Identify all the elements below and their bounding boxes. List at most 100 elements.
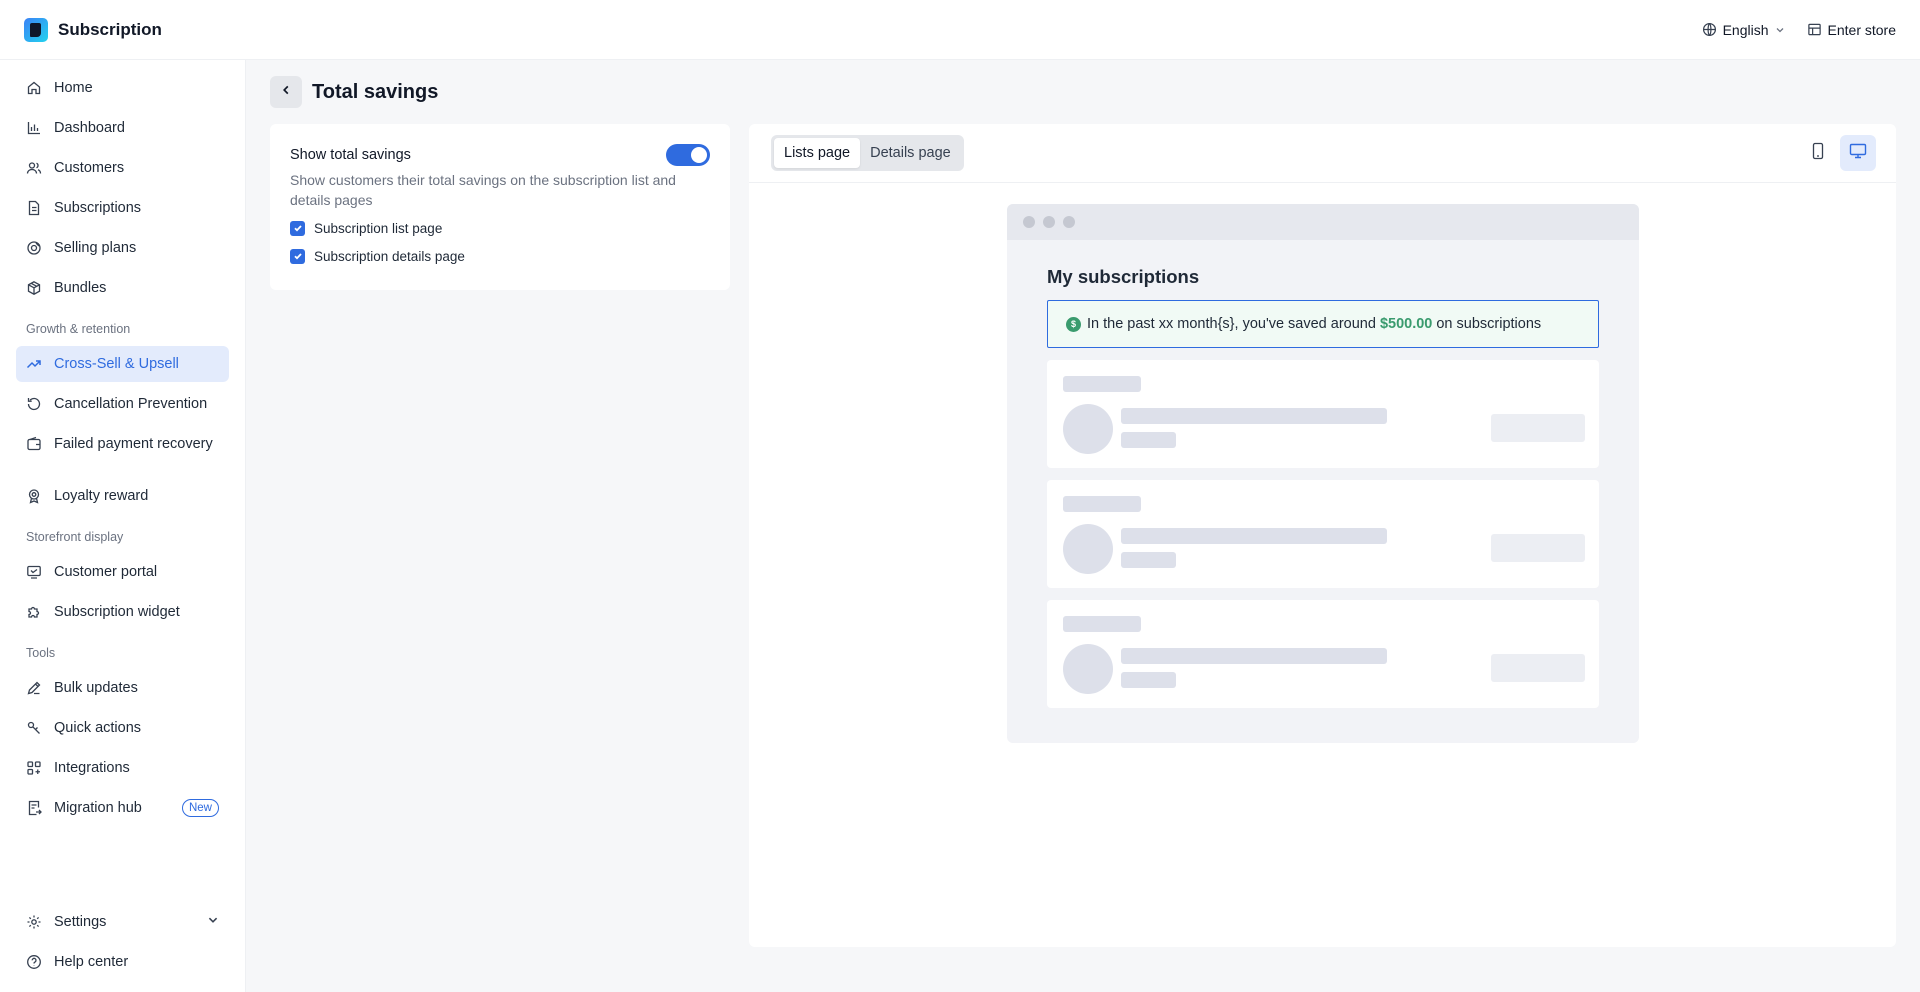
- checkbox-row-details-page[interactable]: Subscription details page: [290, 246, 710, 266]
- skeleton-button: [1491, 534, 1585, 562]
- new-badge: New: [181, 799, 219, 817]
- back-button[interactable]: [270, 76, 302, 108]
- sidebar-item-settings[interactable]: Settings: [16, 904, 229, 940]
- page-header: Total savings: [270, 76, 438, 108]
- sidebar-item-customers[interactable]: Customers: [16, 150, 229, 186]
- sidebar-item-subscription-widget[interactable]: Subscription widget: [16, 594, 229, 630]
- topbar-actions: English Enter store: [1702, 22, 1896, 38]
- chevron-down-icon: [207, 914, 219, 930]
- sidebar-item-label: Settings: [54, 914, 107, 930]
- skeleton-avatar: [1063, 644, 1113, 694]
- sidebar-item-dashboard[interactable]: Dashboard: [16, 110, 229, 146]
- sidebar-item-home[interactable]: Home: [16, 70, 229, 106]
- skeleton-button: [1491, 654, 1585, 682]
- preview-heading: My subscriptions: [1047, 266, 1200, 287]
- skeleton-avatar: [1063, 524, 1113, 574]
- window-dot: [1063, 216, 1075, 228]
- desktop-view-button[interactable]: [1840, 135, 1876, 171]
- skeleton-line-short: [1121, 432, 1176, 448]
- sidebar-item-customer-portal[interactable]: Customer portal: [16, 554, 229, 590]
- sidebar-item-label: Cancellation Prevention: [54, 396, 208, 412]
- users-icon: [26, 160, 42, 176]
- page-tabs: Lists page Details page: [771, 135, 964, 171]
- tab-lists-page[interactable]: Lists page: [774, 138, 861, 168]
- preview-toolbar: Lists page Details page: [749, 124, 1896, 183]
- box-icon: [26, 280, 42, 296]
- window-dot: [1023, 216, 1035, 228]
- list-page-checkbox[interactable]: [290, 220, 305, 236]
- globe-icon: [1702, 22, 1717, 37]
- sidebar-item-failed-payment-recovery[interactable]: Failed payment recovery: [16, 426, 229, 474]
- details-page-checkbox[interactable]: [290, 248, 305, 264]
- details-page-checkbox-label: Subscription details page: [314, 248, 465, 264]
- sidebar-item-label: Integrations: [54, 760, 130, 776]
- sidebar-item-label: Subscription widget: [54, 604, 180, 620]
- language-label: English: [1722, 21, 1769, 38]
- checkbox-row-list-page[interactable]: Subscription list page: [290, 218, 710, 238]
- sidebar-item-label: Dashboard: [54, 120, 125, 136]
- sidebar-item-cancellation-prevention[interactable]: Cancellation Prevention: [16, 386, 229, 422]
- section-label-tools: Tools: [26, 646, 56, 660]
- chevron-down-icon: [1775, 25, 1785, 35]
- browser-mockup: My subscriptions $ In the past xx month{…: [1007, 204, 1639, 743]
- grid-icon: [26, 760, 42, 776]
- award-icon: [26, 488, 42, 504]
- page-title: Total savings: [312, 80, 439, 103]
- sidebar: Home Dashboard Customers Subscriptions S…: [0, 60, 246, 992]
- skeleton-title: [1063, 376, 1141, 392]
- app-title: Subscription: [58, 19, 162, 39]
- browser-bar: [1007, 204, 1639, 240]
- sidebar-item-label: Selling plans: [54, 240, 137, 256]
- sidebar-item-bundles[interactable]: Bundles: [16, 270, 229, 306]
- browser-body: My subscriptions $ In the past xx month{…: [1007, 240, 1639, 708]
- dollar-coin-icon: $: [1066, 316, 1081, 332]
- mobile-view-button[interactable]: [1800, 135, 1836, 171]
- portal-icon: [26, 564, 42, 580]
- sidebar-item-integrations[interactable]: Integrations: [16, 750, 229, 786]
- lightning-icon: [26, 720, 42, 736]
- banner-prefix: In the past xx month{s}, you've saved ar…: [1087, 316, 1376, 332]
- chart-icon: [26, 120, 42, 136]
- skeleton-title: [1063, 496, 1141, 512]
- sidebar-item-label: Subscriptions: [54, 200, 142, 216]
- sidebar-item-selling-plans[interactable]: Selling plans: [16, 230, 229, 266]
- sidebar-item-help-center[interactable]: Help center: [16, 944, 229, 980]
- sidebar-item-label: Quick actions: [54, 720, 142, 736]
- skeleton-card: [1047, 480, 1599, 588]
- sidebar-item-bulk-updates[interactable]: Bulk updates: [16, 670, 229, 706]
- skeleton-line: [1121, 648, 1387, 664]
- sidebar-item-subscriptions[interactable]: Subscriptions: [16, 190, 229, 226]
- refresh-icon: [26, 396, 42, 412]
- show-savings-toggle[interactable]: [666, 144, 710, 166]
- skeleton-line: [1121, 408, 1387, 424]
- sidebar-item-quick-actions[interactable]: Quick actions: [16, 710, 229, 746]
- sidebar-item-migration-hub[interactable]: Migration hub New: [16, 790, 229, 826]
- desktop-icon: [1849, 142, 1867, 165]
- tag-icon: [26, 240, 42, 256]
- skeleton-line-short: [1121, 672, 1176, 688]
- list-page-checkbox-label: Subscription list page: [314, 220, 443, 236]
- top-bar: Subscription English Enter store: [0, 0, 1920, 60]
- banner-suffix: on subscriptions: [1436, 316, 1542, 332]
- window-dot: [1043, 216, 1055, 228]
- app-logo: [24, 17, 48, 42]
- section-label-growth: Growth & retention: [26, 322, 131, 336]
- enter-store-label: Enter store: [1827, 21, 1896, 38]
- help-icon: [26, 954, 42, 970]
- sidebar-item-cross-sell[interactable]: Cross-Sell & Upsell: [16, 346, 229, 382]
- skeleton-card: [1047, 360, 1599, 468]
- tab-details-page[interactable]: Details page: [860, 138, 961, 168]
- sidebar-item-label: Home: [54, 80, 93, 96]
- home-icon: [26, 80, 42, 96]
- enter-store-button[interactable]: Enter store: [1807, 22, 1896, 38]
- settings-card: Show total savings Show customers their …: [270, 124, 730, 290]
- sidebar-item-label: Failed payment recovery: [54, 436, 213, 452]
- language-selector[interactable]: English: [1702, 22, 1785, 38]
- sidebar-item-loyalty-reward[interactable]: Loyalty reward: [16, 478, 229, 514]
- savings-banner: $ In the past xx month{s}, you've saved …: [1047, 300, 1599, 348]
- skeleton-card: [1047, 600, 1599, 708]
- section-label-storefront: Storefront display: [26, 530, 124, 544]
- sidebar-item-label: Loyalty reward: [54, 488, 149, 504]
- skeleton-title: [1063, 616, 1141, 632]
- skeleton-avatar: [1063, 404, 1113, 454]
